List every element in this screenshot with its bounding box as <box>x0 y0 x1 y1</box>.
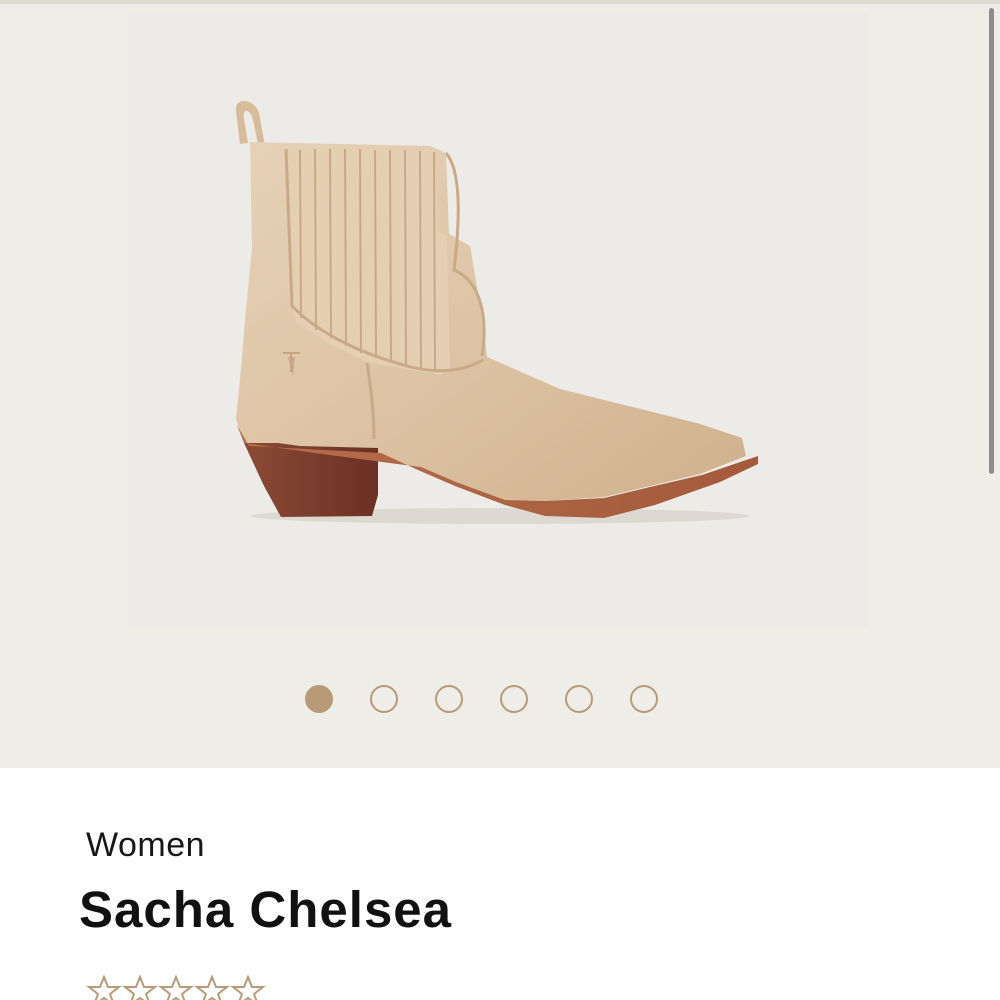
carousel-dot-5[interactable] <box>565 685 593 713</box>
product-image-gallery[interactable] <box>0 0 1000 768</box>
carousel-dot-2[interactable] <box>370 685 398 713</box>
star-outline-icon[interactable] <box>86 974 122 1000</box>
product-page: Women Sacha Chelsea <box>0 0 1000 1000</box>
product-category: Women <box>86 826 206 864</box>
carousel-dot-3[interactable] <box>435 685 463 713</box>
star-outline-icon[interactable] <box>158 974 194 1000</box>
carousel-dot-4[interactable] <box>500 685 528 713</box>
product-title: Sacha Chelsea <box>79 881 453 938</box>
product-info: Women Sacha Chelsea <box>0 768 1000 1000</box>
star-outline-icon[interactable] <box>230 974 266 1000</box>
carousel-dot-1[interactable] <box>305 685 333 713</box>
star-outline-icon[interactable] <box>122 974 158 1000</box>
product-rating[interactable] <box>86 974 266 1000</box>
boot-image <box>235 101 758 524</box>
vertical-scrollbar[interactable] <box>989 8 994 474</box>
carousel-dot-6[interactable] <box>630 685 658 713</box>
star-outline-icon[interactable] <box>194 974 230 1000</box>
carousel-pagination[interactable] <box>0 684 1000 716</box>
